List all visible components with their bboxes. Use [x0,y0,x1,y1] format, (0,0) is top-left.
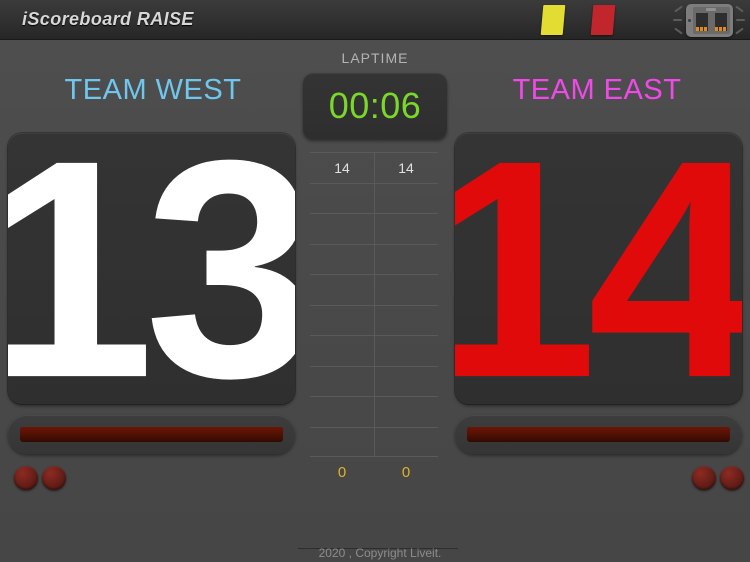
table-row[interactable]: 14 14 [310,152,438,183]
table-cell-east [374,397,438,427]
table-cell-east [374,184,438,214]
laptime-label: LAPTIME [341,50,409,66]
table-cell-east [374,245,438,275]
indicator-light[interactable] [14,466,38,490]
yellow-card-icon[interactable] [540,5,566,35]
progress-fill-west [20,427,283,442]
table-cell-west [310,336,374,366]
table-cell-west [310,306,374,336]
score-value-west: 13 [8,133,295,404]
table-row[interactable] [310,274,438,305]
table-cell-east: 14 [398,159,414,176]
indicator-light[interactable] [42,466,66,490]
indicator-lights-west [14,466,66,490]
table-cell-west: 14 [334,159,350,176]
indicator-light[interactable] [692,466,716,490]
laptime-value: 00:06 [328,85,422,126]
progress-fill-east [467,427,730,442]
scoreboard-app: iScoreboard RAISE TEAM WEST TEAM EAST 13 [0,0,750,562]
table-cell-east [374,306,438,336]
table-cell-west [310,397,374,427]
table-cell-east [374,367,438,397]
footer-copyright: 2020 , Copyright Liveit. [318,546,442,560]
score-value-east: 14 [455,133,742,404]
table-row[interactable] [310,396,438,427]
table-row[interactable] [310,304,438,336]
table-row[interactable] [310,243,438,275]
tablet-cast-icon[interactable] [673,0,745,40]
team-west-name[interactable]: TEAM WEST [3,74,303,107]
penalty-west[interactable]: 0 [310,464,374,481]
table-cell-west [310,275,374,305]
table-row[interactable] [310,182,438,214]
indicator-light[interactable] [720,466,744,490]
penalty-east[interactable]: 0 [374,464,438,481]
table-row[interactable] [310,365,438,397]
table-cell-west [310,214,374,244]
indicator-lights-east [692,466,744,490]
score-panel-east[interactable]: 14 [455,133,742,404]
team-east-name[interactable]: TEAM EAST [447,74,747,107]
table-cell-east [374,336,438,366]
app-title: iScoreboard RAISE [22,9,194,29]
progress-bar-west[interactable] [8,415,295,454]
header-actions [540,0,750,40]
tablet-screen [692,6,730,34]
table-cell-east [374,275,438,305]
table-cell-west [310,245,374,275]
table-row[interactable] [310,213,438,244]
table-cell-east [374,214,438,244]
laptime-display[interactable]: 00:06 [303,73,447,139]
table-cell-west [310,367,374,397]
period-score-table: 14 14 [310,152,438,457]
table-cell-east [374,428,438,457]
tablet-body [685,3,733,37]
table-cell-west [310,428,374,457]
app-header: iScoreboard RAISE [0,0,750,40]
penalty-row: 0 0 [310,464,438,481]
table-row[interactable] [310,335,438,366]
progress-bar-east[interactable] [455,415,742,454]
red-card-icon[interactable] [590,5,616,35]
progress-track-west [20,427,283,442]
table-row[interactable] [310,426,438,457]
progress-track-east [467,427,730,442]
score-panel-west[interactable]: 13 [8,133,295,404]
table-cell-west [310,184,374,214]
